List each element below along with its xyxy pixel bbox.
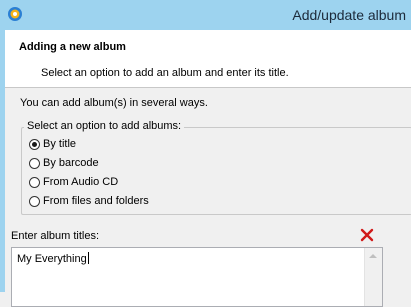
options-group-label: Select an option to add albums: xyxy=(24,120,185,132)
app-logo-icon xyxy=(8,7,22,21)
album-titles-textarea[interactable]: My Everything xyxy=(11,247,383,307)
text-caret xyxy=(87,252,89,264)
option-from-files-and-folders[interactable]: From files and folders xyxy=(29,193,149,209)
radio-by-barcode[interactable] xyxy=(29,157,40,169)
red-x-icon[interactable] xyxy=(359,227,375,243)
radio-from-audio-cd[interactable] xyxy=(29,176,40,188)
header-title: Adding a new album xyxy=(19,41,126,53)
title-bar: Add/update album xyxy=(0,0,411,30)
intro-text: You can add album(s) in several ways. xyxy=(20,97,208,109)
textarea-scrollbar[interactable] xyxy=(364,248,382,306)
radio-from-files-and-folders[interactable] xyxy=(29,195,40,207)
scroll-up-arrow-icon[interactable] xyxy=(369,254,377,258)
header-description: Select an option to add an album and ent… xyxy=(41,67,289,79)
option-from-audio-cd[interactable]: From Audio CD xyxy=(29,174,118,190)
radio-by-title[interactable] xyxy=(29,138,40,150)
window-title: Add/update album xyxy=(292,7,406,23)
album-titles-label: Enter album titles: xyxy=(11,230,100,242)
wizard-header: Adding a new album Select an option to a… xyxy=(5,30,411,88)
album-titles-value: My Everything xyxy=(17,252,89,265)
option-label: From Audio CD xyxy=(43,176,119,188)
option-by-barcode[interactable]: By barcode xyxy=(29,155,99,171)
option-label: By barcode xyxy=(43,157,99,169)
option-label: By title xyxy=(43,138,77,150)
option-by-title[interactable]: By title xyxy=(29,136,76,152)
option-label: From files and folders xyxy=(43,195,149,207)
